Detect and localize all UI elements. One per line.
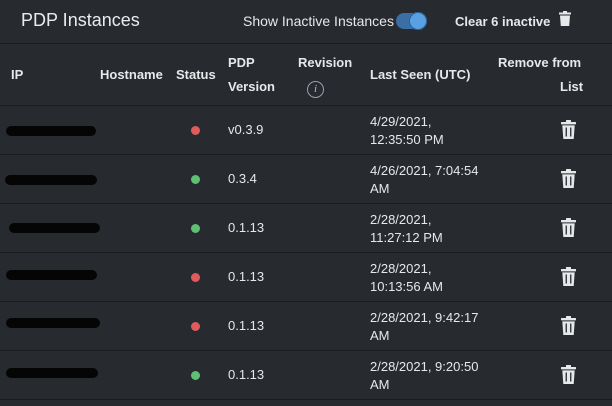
panel-title: PDP Instances xyxy=(21,10,140,30)
toggle-knob xyxy=(409,12,427,30)
status-indicator xyxy=(191,175,200,184)
column-header-remove-line1: Remove from xyxy=(498,55,582,70)
table-row: 0.1.13 2/28/2021, 11:27:12 PM xyxy=(0,204,612,253)
column-header-remove-line2: List xyxy=(560,79,584,94)
show-inactive-label: Show Inactive Instances xyxy=(243,13,394,29)
redacted-ip xyxy=(6,368,98,378)
last-seen-line1: 2/28/2021, 9:42:17 xyxy=(370,310,479,325)
version-cell: v0.3.9 xyxy=(228,122,264,137)
last-seen-line1: 2/28/2021, 9:20:50 xyxy=(370,359,479,374)
remove-row-trash-icon[interactable] xyxy=(561,365,576,389)
column-header-status[interactable]: Status xyxy=(176,63,216,87)
redacted-ip xyxy=(6,318,100,328)
column-header-version-line1[interactable]: PDP xyxy=(228,51,255,75)
last-seen-cell: 2/28/2021, 11:27:12 PM xyxy=(370,211,490,247)
remove-row-trash-icon[interactable] xyxy=(561,316,576,340)
panel-header: PDP Instances Show Inactive Instances Cl… xyxy=(0,0,612,44)
version-cell: 0.1.13 xyxy=(228,220,265,235)
column-header-last-seen[interactable]: Last Seen (UTC) xyxy=(370,63,470,87)
version-cell: 0.1.13 xyxy=(228,367,265,382)
last-seen-line2: 10:13:56 AM xyxy=(370,279,443,294)
redacted-ip xyxy=(5,175,97,185)
column-header-revision[interactable]: Revision xyxy=(298,51,352,75)
status-indicator xyxy=(191,224,200,233)
table-row: 0.3.4 4/26/2021, 7:04:54 AM xyxy=(0,155,612,204)
status-indicator xyxy=(191,273,200,282)
redacted-ip xyxy=(9,223,100,233)
status-indicator xyxy=(191,371,200,380)
trash-icon xyxy=(559,11,572,31)
status-indicator xyxy=(191,126,200,135)
column-header-hostname[interactable]: Hostname xyxy=(100,63,163,87)
last-seen-line1: 4/26/2021, 7:04:54 xyxy=(370,163,479,178)
pdp-instances-panel: PDP Instances Show Inactive Instances Cl… xyxy=(0,0,612,406)
version-cell: 0.3.4 xyxy=(228,171,257,186)
redacted-ip xyxy=(6,270,97,280)
remove-row-trash-icon[interactable] xyxy=(561,120,576,144)
table-row: 0.1.13 2/28/2021, 9:20:50 AM xyxy=(0,351,612,400)
last-seen-cell: 2/28/2021, 9:20:50 AM xyxy=(370,358,490,394)
last-seen-line2: AM xyxy=(370,328,390,343)
redacted-ip xyxy=(6,126,96,136)
table-row: 0.1.13 2/28/2021, 10:13:56 AM xyxy=(0,253,612,302)
remove-row-trash-icon[interactable] xyxy=(561,169,576,193)
last-seen-line1: 4/29/2021, xyxy=(370,114,432,129)
table-row: v0.3.9 4/29/2021, 12:35:50 PM xyxy=(0,106,612,155)
last-seen-line1: 2/28/2021, xyxy=(370,261,432,276)
column-header-ip[interactable]: IP xyxy=(11,63,23,87)
last-seen-cell: 4/29/2021, 12:35:50 PM xyxy=(370,113,490,149)
last-seen-line1: 2/28/2021, xyxy=(370,212,432,227)
clear-inactive-button[interactable]: Clear 6 inactive xyxy=(455,11,572,31)
last-seen-cell: 2/28/2021, 9:42:17 AM xyxy=(370,309,490,345)
column-header-version-line2[interactable]: Version xyxy=(228,75,275,99)
table-row: 0.1.13 2/28/2021, 9:42:17 AM xyxy=(0,302,612,351)
version-cell: 0.1.13 xyxy=(228,318,265,333)
table-header: IP Hostname Status PDP Version Revision … xyxy=(0,44,612,106)
info-icon[interactable]: i xyxy=(307,79,324,98)
last-seen-cell: 2/28/2021, 10:13:56 AM xyxy=(370,260,490,296)
last-seen-line2: 12:35:50 PM xyxy=(370,132,444,147)
show-inactive-toggle[interactable] xyxy=(396,12,427,30)
last-seen-line2: 11:27:12 PM xyxy=(370,230,443,245)
status-indicator xyxy=(191,322,200,331)
last-seen-line2: AM xyxy=(370,377,390,392)
remove-row-trash-icon[interactable] xyxy=(561,267,576,291)
remove-row-trash-icon[interactable] xyxy=(561,218,576,242)
last-seen-cell: 4/26/2021, 7:04:54 AM xyxy=(370,162,490,198)
clear-inactive-label: Clear 6 inactive xyxy=(455,13,551,29)
version-cell: 0.1.13 xyxy=(228,269,265,284)
last-seen-line2: AM xyxy=(370,181,390,196)
